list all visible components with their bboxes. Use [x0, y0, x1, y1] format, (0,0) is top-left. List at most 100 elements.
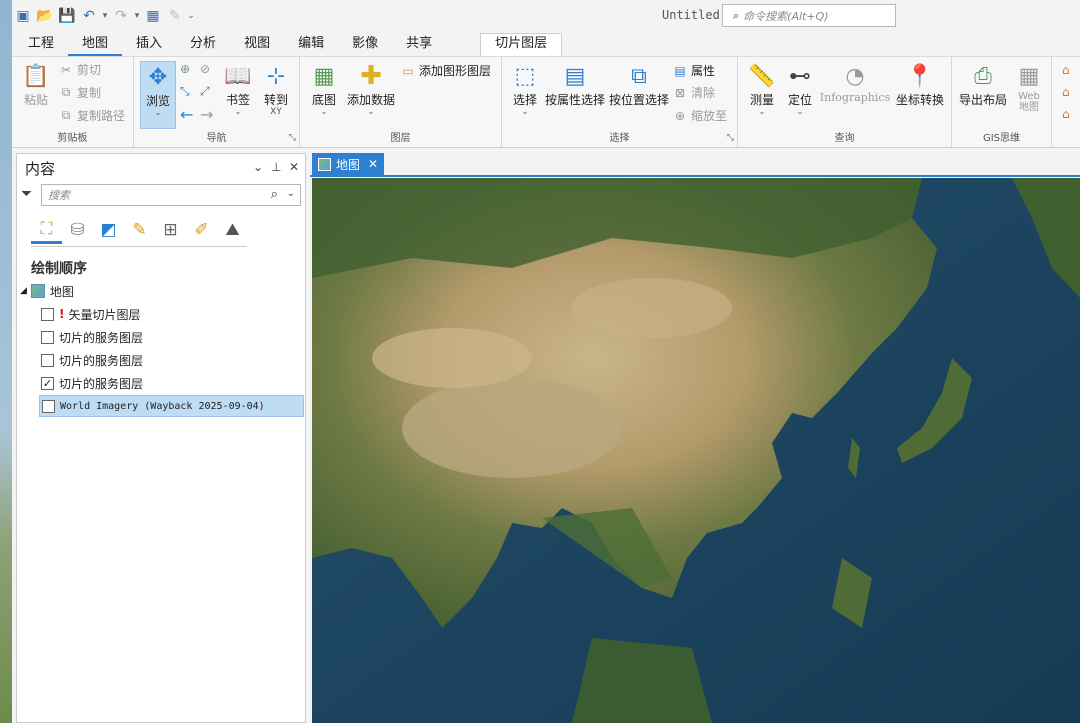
redo-dropdown-icon[interactable]: ▾	[132, 5, 142, 27]
explore-button[interactable]: ✥ 浏览 ⌄	[140, 61, 176, 129]
chevron-down-icon[interactable]: ⌄	[287, 188, 295, 199]
undo-dropdown-icon[interactable]: ▾	[100, 5, 110, 27]
export-layout-button[interactable]: ⎙ 导出布局	[956, 61, 1010, 108]
select-arrow-icon: ⬚	[514, 63, 536, 89]
convert-coordinates-button[interactable]: 📍 坐标转换	[892, 61, 948, 108]
select-by-location-button[interactable]: ⧉ 按位置选择	[608, 61, 670, 108]
customize-qat-icon[interactable]: ⌄	[186, 5, 196, 27]
draw-order-view-icon[interactable]: ⛶	[31, 216, 62, 244]
basemap-button[interactable]: ▦ 底图 ⌄	[306, 61, 342, 116]
close-icon[interactable]: ✕	[289, 160, 299, 174]
tab-edit[interactable]: 编辑	[284, 34, 338, 56]
zoom-out-fixed-icon[interactable]: ⤢	[200, 84, 210, 99]
select-button[interactable]: ⬚ 选择 ⌄	[508, 61, 542, 116]
layer-visibility-checkbox[interactable]	[41, 353, 54, 367]
draw-order-heading: 绘制顺序	[31, 261, 87, 277]
dialog-launcher-icon[interactable]: ⤡	[289, 133, 296, 143]
tab-project[interactable]: 工程	[14, 34, 68, 56]
export-icon: ⎙	[974, 63, 992, 89]
fixed-zoom-icon[interactable]: ⊘	[200, 62, 210, 76]
map-view[interactable]	[312, 178, 1080, 723]
gobi-desert	[572, 278, 732, 338]
layer-item-selected[interactable]: World Imagery (Wayback 2025-09-04)	[39, 395, 304, 417]
tab-view[interactable]: 视图	[230, 34, 284, 56]
tree-item-map[interactable]: ◢ 地图	[20, 280, 74, 302]
pane-options-icon[interactable]: ⌄	[253, 160, 263, 174]
locate-button[interactable]: ⊷ 定位 ⌄	[782, 61, 818, 116]
contents-search-input[interactable]: 搜索 ⌕ ⌄	[41, 184, 301, 206]
attributes-button[interactable]: ▤ 属性	[672, 62, 715, 79]
selection-view-icon[interactable]: ◩	[93, 216, 124, 244]
view-switcher-divider	[31, 246, 247, 247]
crosshair-icon: ⊹	[266, 63, 286, 89]
pin-icon[interactable]: ⊥	[271, 160, 281, 174]
tab-map[interactable]: 地图	[68, 34, 123, 56]
new-project-icon[interactable]: ▣	[12, 5, 34, 27]
expand-triangle-icon[interactable]: ◢	[20, 286, 27, 296]
location-select-icon: ⧉	[631, 63, 647, 89]
group-layer: ▦ 底图 ⌄ ✚ 添加数据 ⌄ ▭ 添加图形图层 图层	[300, 57, 502, 147]
undo-icon[interactable]: ↶	[78, 5, 100, 27]
copy-button[interactable]: ⧉ 复制	[58, 84, 101, 101]
select-by-attributes-button[interactable]: ▤ 按属性选择	[544, 61, 606, 108]
tab-analysis[interactable]: 分析	[176, 34, 230, 56]
zoom-to-button[interactable]: ⊕ 缩放至	[672, 107, 727, 124]
perspective-view-icon[interactable]: ⛰	[217, 216, 248, 244]
ruler-icon: 📏	[748, 63, 776, 89]
save-project-icon[interactable]: 💾	[56, 5, 78, 27]
full-extent-icon[interactable]: ⊕	[180, 62, 190, 76]
tab-share[interactable]: 共享	[392, 34, 446, 56]
copy-icon: ⧉	[61, 85, 71, 99]
zoom-in-fixed-icon[interactable]: ⤡	[180, 84, 190, 99]
close-icon[interactable]: ✕	[368, 157, 378, 171]
view-tab-strip: 地图 ✕	[310, 153, 1080, 177]
layer-item[interactable]: ! 矢量切片图层	[41, 303, 141, 325]
layer-visibility-checkbox[interactable]	[42, 399, 55, 413]
infographics-icon: ◔	[845, 63, 865, 89]
scissors-icon: ✂	[60, 62, 72, 77]
goto-xy-button[interactable]: ⊹ 转到 XY	[258, 61, 294, 117]
layer-visibility-checkbox-checked[interactable]: ✓	[41, 376, 54, 390]
next-extent-icon[interactable]: →	[200, 105, 213, 124]
map-view-icon[interactable]: ▦	[142, 5, 164, 27]
data-source-view-icon[interactable]: ⛁	[62, 216, 93, 244]
map-view-tab[interactable]: 地图 ✕	[312, 153, 384, 175]
add-data-button[interactable]: ✚ 添加数据 ⌄	[346, 61, 396, 116]
command-search-input[interactable]: ⌕ 命令搜索(Alt+Q)	[722, 4, 896, 27]
redo-icon[interactable]: ↷	[110, 5, 132, 27]
overflow-tool-icon-3[interactable]: ⌂	[1062, 107, 1070, 121]
tab-imagery[interactable]: 影像	[338, 34, 392, 56]
borneo-sumatra	[572, 638, 712, 723]
clear-button[interactable]: ⊠ 清除	[672, 84, 715, 101]
open-project-icon[interactable]: 📂	[34, 5, 56, 27]
copy-path-button[interactable]: ⧉ 复制路径	[58, 107, 125, 124]
add-graphics-layer-button[interactable]: ▭ 添加图形图层	[400, 62, 491, 79]
tab-tile-layer[interactable]: 切片图层	[480, 33, 563, 56]
filter-icon[interactable]: ⏷	[21, 186, 32, 202]
group-label-inquiry: 查询	[834, 133, 855, 144]
tab-insert[interactable]: 插入	[122, 34, 176, 56]
tibetan-plateau	[402, 378, 622, 478]
web-map-button[interactable]: ▦ Web 地图	[1012, 61, 1046, 113]
overflow-tool-icon-2[interactable]: ⌂	[1062, 85, 1070, 99]
previous-extent-icon[interactable]: ←	[180, 105, 193, 124]
layer-visibility-checkbox[interactable]	[41, 330, 54, 344]
measure-button[interactable]: 📏 测量 ⌄	[742, 61, 782, 116]
group-inquiry: 📏 测量 ⌄ ⊷ 定位 ⌄ ◔ Infographics 📍 坐标转换 查询	[738, 57, 952, 147]
layer-item[interactable]: 切片的服务图层	[41, 326, 143, 348]
layer-visibility-checkbox[interactable]	[41, 307, 54, 321]
bookmarks-button[interactable]: 📖 书签 ⌄	[220, 61, 256, 116]
cut-button[interactable]: ✂ 剪切	[58, 61, 101, 78]
layer-item[interactable]: 切片的服务图层	[41, 349, 143, 371]
paste-button[interactable]: 📋 粘贴	[18, 61, 54, 108]
editing-view-icon[interactable]: ✎	[124, 216, 155, 244]
window-title: Untitled	[662, 8, 720, 22]
chevron-down-icon: ⌄	[320, 107, 328, 116]
overflow-tool-icon-1[interactable]: ⌂	[1062, 63, 1070, 77]
group-label-gis-thinking: GIS思维	[982, 133, 1021, 144]
infographics-button[interactable]: ◔ Infographics	[818, 61, 892, 105]
snapping-view-icon[interactable]: ⊞	[155, 216, 186, 244]
dialog-launcher-icon[interactable]: ⤡	[727, 133, 734, 143]
layer-item[interactable]: ✓ 切片的服务图层	[41, 372, 143, 394]
labeling-view-icon[interactable]: ✐	[186, 216, 217, 244]
